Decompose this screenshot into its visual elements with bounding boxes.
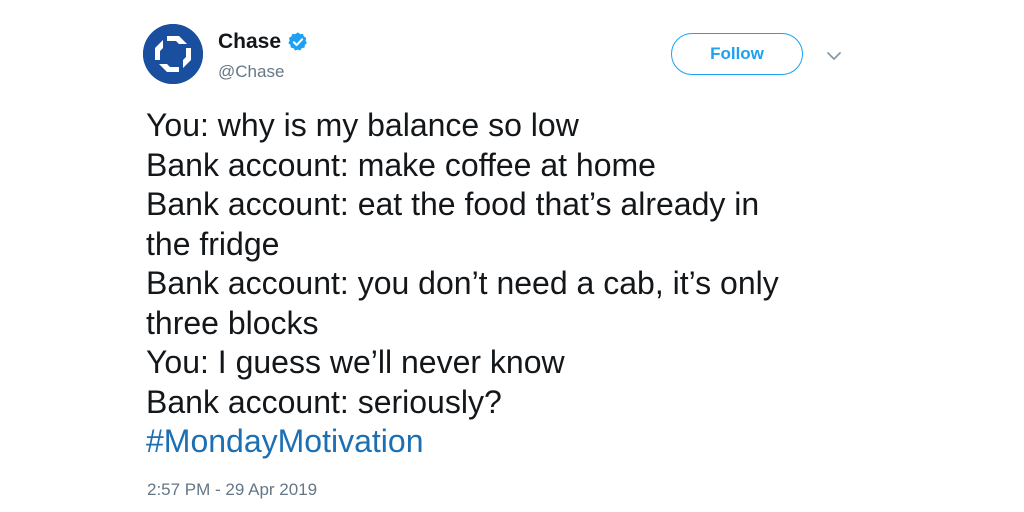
display-name-row: Chase [218, 30, 309, 54]
verified-badge-icon [288, 32, 307, 51]
tweet-line: You: why is my balance so low [146, 107, 579, 143]
tweet-text: You: why is my balance so low Bank accou… [146, 106, 866, 462]
chase-logo-icon [143, 24, 203, 84]
display-name[interactable]: Chase [218, 30, 281, 54]
chevron-down-icon[interactable] [826, 50, 842, 62]
chase-logo-avatar[interactable] [143, 24, 203, 84]
tweet-card: Chase @Chase Follow You: why is my balan… [0, 0, 1024, 512]
tweet-line: Bank account: you don’t need a cab, it’s… [146, 265, 779, 301]
tweet-line: the fridge [146, 225, 280, 262]
hashtag-link[interactable]: #MondayMotivation [146, 422, 866, 462]
follow-button[interactable]: Follow [671, 33, 803, 75]
account-handle[interactable]: @Chase [218, 62, 284, 82]
tweet-line: You: I guess we’ll never know [146, 344, 565, 380]
tweet-line: Bank account: eat the food that’s alread… [146, 186, 760, 222]
tweet-line: Bank account: seriously? [146, 383, 502, 420]
tweet-line: Bank account: make coffee at home [146, 146, 656, 183]
tweet-timestamp[interactable]: 2:57 PM - 29 Apr 2019 [147, 480, 317, 500]
tweet-line: three blocks [146, 304, 319, 341]
